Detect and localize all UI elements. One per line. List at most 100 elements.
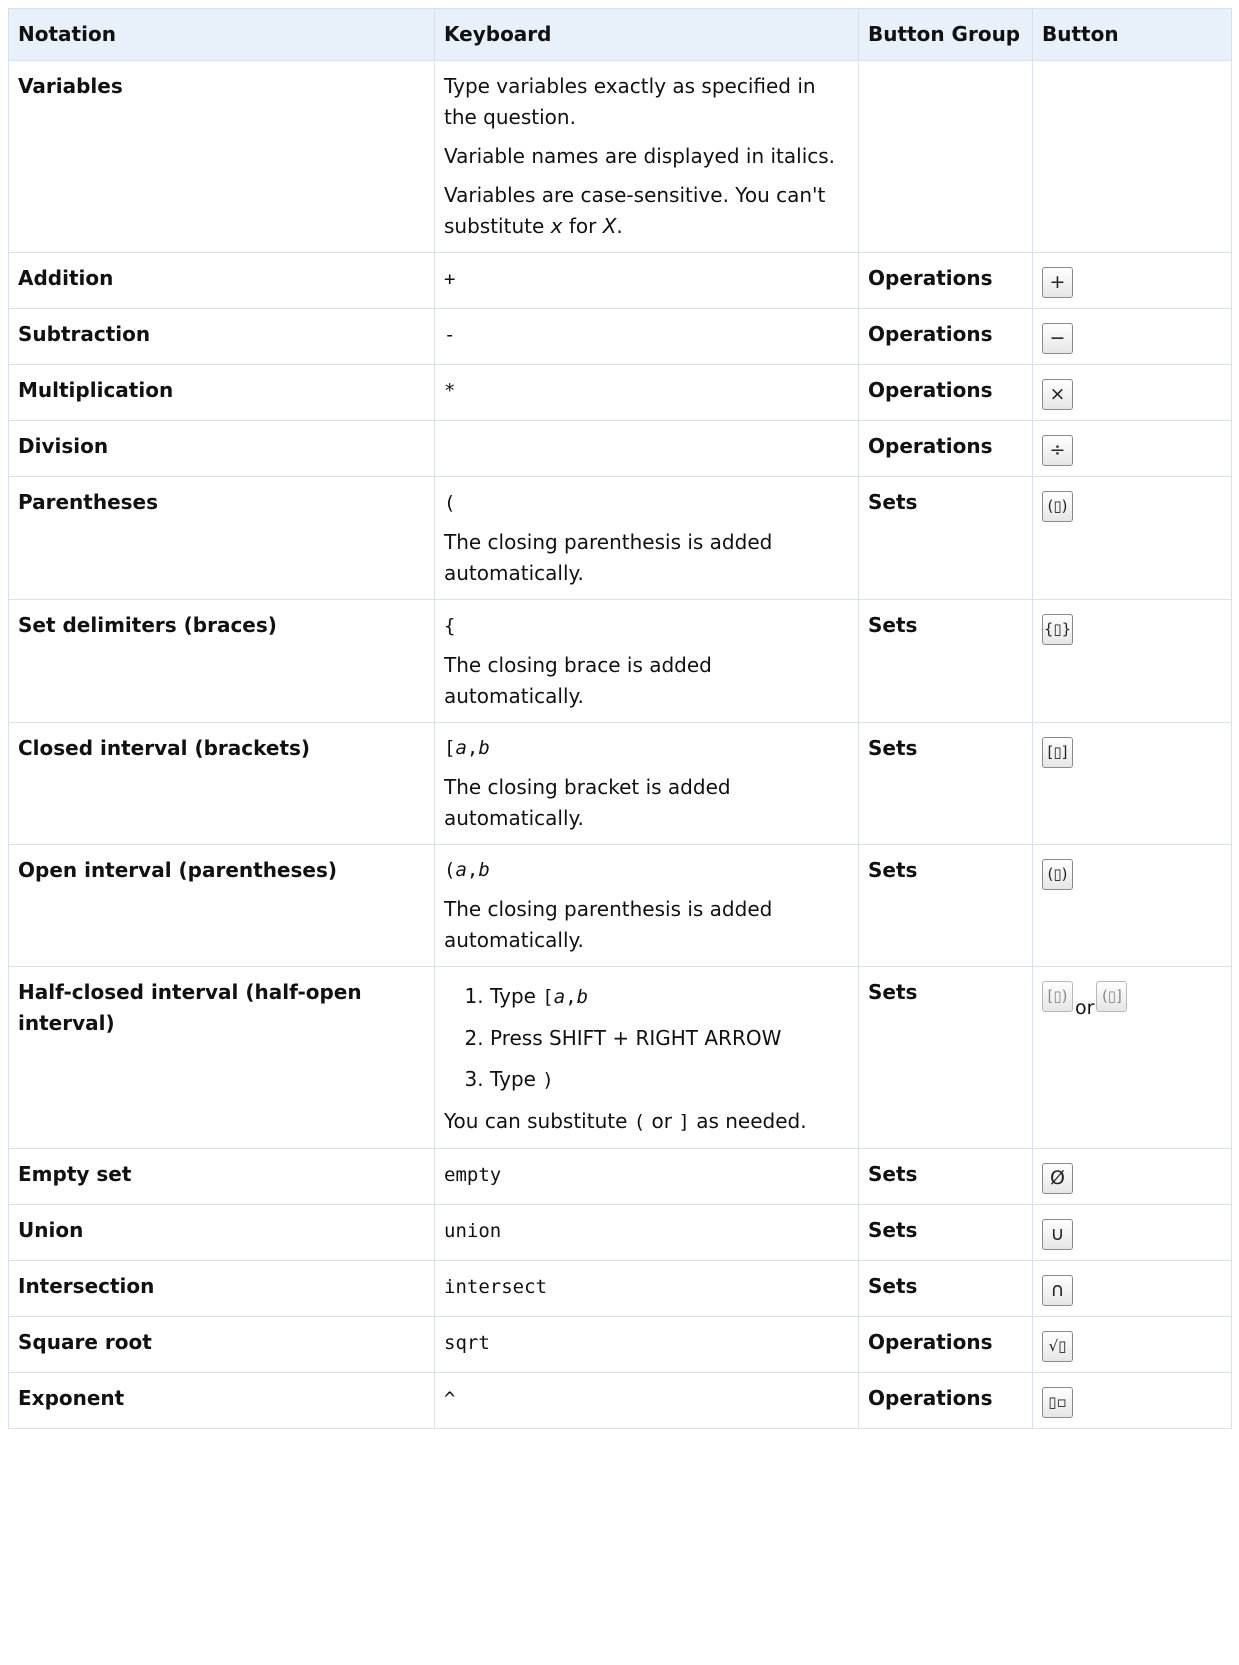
times-button-icon[interactable]: ×: [1042, 379, 1073, 410]
button-cell: ×: [1032, 364, 1232, 421]
button-cell: Ø: [1032, 1148, 1232, 1205]
notation-cell: Square root: [8, 1316, 435, 1373]
keyboard-key: -: [444, 324, 456, 346]
button-cell: ∪: [1032, 1204, 1232, 1261]
keyboard-key: empty: [444, 1164, 502, 1186]
half-open-right-button-icon[interactable]: [▯): [1042, 981, 1073, 1012]
keyboard-cell: (a,b The closing parenthesis is added au…: [434, 844, 859, 967]
keyboard-cell: +: [434, 252, 859, 309]
notation-cell: Empty set: [8, 1148, 435, 1205]
notation-cell: Exponent: [8, 1372, 435, 1429]
square-root-button-icon[interactable]: √▯: [1042, 1331, 1073, 1362]
header-notation: Notation: [8, 8, 435, 61]
keyboard-cell: intersect: [434, 1260, 859, 1317]
keyboard-cell: -: [434, 308, 859, 365]
group-cell: Sets: [858, 722, 1033, 845]
brackets-button-icon[interactable]: [▯]: [1042, 737, 1073, 768]
step-2: Press SHIFT + RIGHT ARROW: [490, 1023, 849, 1054]
notation-table: Notation Keyboard Button Group Button Va…: [8, 8, 1232, 1429]
button-cell: {▯}: [1032, 599, 1232, 723]
group-cell: Sets: [858, 476, 1033, 600]
step-1: Type [a,b: [490, 981, 849, 1013]
button-cell: ÷: [1032, 420, 1232, 477]
braces-button-icon[interactable]: {▯}: [1042, 614, 1073, 645]
table-row: Empty set empty Sets Ø: [8, 1148, 1232, 1205]
table-row: Square root sqrt Operations √▯: [8, 1316, 1232, 1373]
button-cell: [1032, 60, 1232, 253]
notation-cell: Set delimiters (braces): [8, 599, 435, 723]
table-row: Exponent ^ Operations ▯▫: [8, 1372, 1232, 1429]
group-cell: Operations: [858, 1316, 1033, 1373]
table-row: Division Operations ÷: [8, 420, 1232, 477]
open-interval-button-icon[interactable]: (▯): [1042, 859, 1073, 890]
table-header-row: Notation Keyboard Button Group Button: [8, 8, 1232, 61]
variables-note-1: Type variables exactly as specified in t…: [444, 74, 816, 129]
half-open-left-button-icon[interactable]: (▯]: [1096, 981, 1128, 1012]
parentheses-button-icon[interactable]: (▯): [1042, 491, 1073, 522]
keyboard-note: The closing parenthesis is added automat…: [444, 530, 773, 585]
variables-note-3: Variables are case-sensitive. You can't …: [444, 183, 826, 238]
divide-button-icon[interactable]: ÷: [1042, 435, 1073, 466]
keyboard-note: The closing parenthesis is added automat…: [444, 897, 773, 952]
keyboard-cell: { The closing brace is added automatical…: [434, 599, 859, 723]
keyboard-cell: sqrt: [434, 1316, 859, 1373]
step-3: Type ): [490, 1064, 849, 1096]
group-cell: Operations: [858, 308, 1033, 365]
keyboard-cell: *: [434, 364, 859, 421]
header-keyboard: Keyboard: [434, 8, 859, 61]
keyboard-cell: ^: [434, 1372, 859, 1429]
empty-set-button-icon[interactable]: Ø: [1042, 1163, 1073, 1194]
union-button-icon[interactable]: ∪: [1042, 1219, 1073, 1250]
header-button-group: Button Group: [858, 8, 1033, 61]
keyboard-note: The closing brace is added automatically…: [444, 653, 712, 708]
button-cell: −: [1032, 308, 1232, 365]
notation-cell: Division: [8, 420, 435, 477]
keyboard-key: (: [444, 492, 456, 514]
group-cell: Operations: [858, 364, 1033, 421]
intersection-button-icon[interactable]: ∩: [1042, 1275, 1073, 1306]
exponent-button-icon[interactable]: ▯▫: [1042, 1387, 1073, 1418]
notation-cell: Multiplication: [8, 364, 435, 421]
page-container: Notation Keyboard Button Group Button Va…: [0, 0, 1239, 1429]
keyboard-cell: Type variables exactly as specified in t…: [434, 60, 859, 253]
button-cell: ▯▫: [1032, 1372, 1232, 1429]
steps-list: Type [a,b Press SHIFT + RIGHT ARROW Type…: [444, 981, 849, 1096]
keyboard-key: (a,b: [444, 859, 490, 881]
button-cell: (▯): [1032, 476, 1232, 600]
table-row: Addition + Operations +: [8, 252, 1232, 309]
button-cell: [▯]: [1032, 722, 1232, 845]
keyboard-note: You can substitute ( or ] as needed.: [444, 1109, 807, 1133]
minus-button-icon[interactable]: −: [1042, 323, 1073, 354]
group-cell: Sets: [858, 1148, 1033, 1205]
group-cell: Sets: [858, 1260, 1033, 1317]
table-row: Subtraction - Operations −: [8, 308, 1232, 365]
notation-cell: Closed interval (brackets): [8, 722, 435, 845]
notation-cell: Parentheses: [8, 476, 435, 600]
group-cell: [858, 60, 1033, 253]
or-label: or: [1075, 997, 1095, 1019]
keyboard-key: {: [444, 615, 456, 637]
keyboard-note: The closing bracket is added automatical…: [444, 775, 731, 830]
keyboard-key: +: [444, 268, 456, 290]
notation-cell: Addition: [8, 252, 435, 309]
variables-note-2: Variable names are displayed in italics.: [444, 144, 836, 168]
notation-cell: Intersection: [8, 1260, 435, 1317]
keyboard-key: ^: [444, 1388, 456, 1410]
keyboard-key: *: [444, 380, 456, 402]
group-cell: Sets: [858, 966, 1033, 1149]
keyboard-cell: [a,b The closing bracket is added automa…: [434, 722, 859, 845]
table-row: Set delimiters (braces) { The closing br…: [8, 599, 1232, 723]
keyboard-key: sqrt: [444, 1332, 490, 1354]
plus-button-icon[interactable]: +: [1042, 267, 1073, 298]
notation-cell: Open interval (parentheses): [8, 844, 435, 967]
table-row: Open interval (parentheses) (a,b The clo…: [8, 844, 1232, 967]
group-cell: Sets: [858, 1204, 1033, 1261]
keyboard-key: intersect: [444, 1276, 547, 1298]
group-cell: Sets: [858, 599, 1033, 723]
table-row: Half-closed interval (half-open interval…: [8, 966, 1232, 1149]
table-row: Multiplication * Operations ×: [8, 364, 1232, 421]
table-row: Closed interval (brackets) [a,b The clos…: [8, 722, 1232, 845]
keyboard-key: union: [444, 1220, 502, 1242]
keyboard-key: [a,b: [444, 737, 490, 759]
table-row: Intersection intersect Sets ∩: [8, 1260, 1232, 1317]
